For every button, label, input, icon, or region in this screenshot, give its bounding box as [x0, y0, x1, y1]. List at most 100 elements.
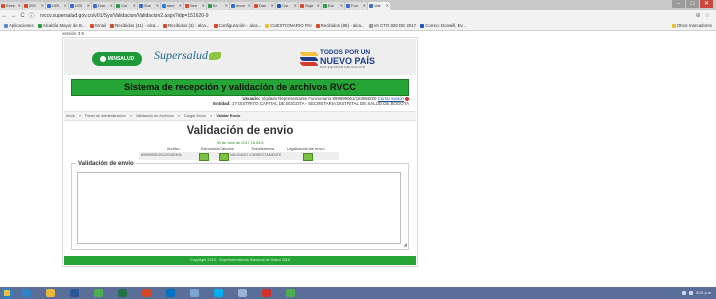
tab-close-icon[interactable]: ✕: [18, 2, 21, 10]
breadcrumb-separator: »: [129, 114, 132, 118]
browser-tab[interactable]: Supr ✕: [299, 2, 321, 10]
tab-close-icon[interactable]: ✕: [363, 2, 366, 10]
breadcrumb-item[interactable]: Cargar Envío: [184, 114, 206, 118]
tab-label: Sen: [190, 3, 198, 8]
ie-icon: [21, 289, 31, 297]
start-button[interactable]: [1, 287, 13, 299]
validation-textarea[interactable]: [77, 172, 401, 244]
tab-label: Cor: [282, 3, 289, 8]
breadcrumb-item[interactable]: Validación de Archivos: [136, 114, 174, 118]
tab-close-icon[interactable]: ✕: [41, 2, 44, 10]
browser-tab[interactable]: Sen ✕: [184, 2, 206, 10]
back-icon[interactable]: ←: [0, 13, 9, 19]
bookmark-item[interactable]: Recibidos (3) - alca...: [163, 23, 210, 28]
bookmark-star-icon[interactable]: ☆: [705, 12, 710, 19]
site-info-icon[interactable]: ⓘ: [27, 11, 36, 20]
browser-tab[interactable]: Dan ✕: [253, 2, 275, 10]
browser-tab[interactable]: secr ✕: [161, 2, 183, 10]
tab-close-icon[interactable]: ✕: [179, 2, 182, 10]
browser-tab[interactable]: Cor ✕: [115, 2, 137, 10]
bookmark-label: Recibidos (3) - alca...: [168, 23, 210, 28]
bookmark-item[interactable]: Configuración - alca...: [213, 23, 261, 28]
tab-favicon-icon: [346, 4, 350, 8]
bookmark-favicon-icon: [89, 23, 94, 28]
browser-tab[interactable]: Cor ✕: [276, 2, 298, 10]
browser-tab-bar: Exec ✕ 20!! ✕ UGI ✕ UGI ✕ Don ✕ Cor ✕ Sun ✕ secr ✕ Sen ✕ K…: [0, 0, 716, 10]
browser-tab[interactable]: 20!! ✕: [23, 2, 45, 10]
tab-close-icon[interactable]: ✕: [156, 2, 159, 10]
tab-close-icon[interactable]: ✕: [110, 2, 113, 10]
tab-close-icon[interactable]: ✕: [386, 2, 389, 10]
bookmark-item[interactable]: Recibidos (89) - alca...: [315, 23, 365, 28]
tab-label: Vali: [374, 3, 381, 8]
tab-close-icon[interactable]: ✕: [248, 2, 251, 10]
tab-close-icon[interactable]: ✕: [317, 2, 320, 10]
taskbar-app-button[interactable]: [15, 288, 37, 299]
zoom-icon[interactable]: ⊕: [696, 12, 701, 19]
bookmark-item[interactable]: Alcaldía Mayor de B...: [37, 23, 86, 28]
bookmark-item[interactable]: CUESTIONARIO PAI: [265, 23, 312, 28]
close-window-button[interactable]: ✕: [700, 0, 713, 8]
reload-icon[interactable]: C: [18, 13, 27, 19]
tab-close-icon[interactable]: ✕: [340, 2, 343, 10]
bookmark-item[interactable]: Correo: Donwill, Ev...: [420, 23, 466, 28]
url-field[interactable]: rvccv.supersalud.gov.co/v01/Sys/Validaci…: [40, 13, 208, 19]
forward-icon[interactable]: →: [9, 13, 18, 19]
breadcrumb-separator: »: [177, 114, 180, 118]
bookmark-favicon-icon: [110, 23, 115, 28]
chrome-icon: [93, 289, 103, 297]
breadcrumb-item[interactable]: Inicio: [66, 114, 75, 118]
tab-close-icon[interactable]: ✕: [271, 2, 274, 10]
browser-tab[interactable]: Exec ✕: [0, 2, 22, 10]
browser-tab[interactable]: Sun ✕: [138, 2, 160, 10]
clock[interactable]: 4:21 p.m.: [696, 291, 712, 295]
powerpoint-icon: [141, 289, 151, 297]
browser-tab[interactable]: Kr ✕: [207, 2, 229, 10]
volume-icon[interactable]: [689, 291, 694, 295]
browser-tab[interactable]: Fon ✕: [345, 2, 367, 10]
taskbar-app-button[interactable]: [111, 288, 133, 299]
resize-grip-icon[interactable]: ◢: [403, 243, 407, 248]
tab-close-icon[interactable]: ✕: [64, 2, 67, 10]
browser-tab[interactable]: noon ✕: [230, 2, 252, 10]
browser-tab[interactable]: Don ✕: [92, 2, 114, 10]
windows-logo-icon: [4, 290, 10, 296]
tab-close-icon[interactable]: ✕: [133, 2, 136, 10]
taskbar-app-button[interactable]: [231, 288, 253, 299]
tab-close-icon[interactable]: ✕: [202, 2, 205, 10]
browser-tab[interactable]: Vali ✕: [368, 2, 390, 10]
bookmark-item[interactable]: Otros marcadores: [671, 23, 712, 28]
version-label: versión 3.5: [62, 31, 85, 36]
breadcrumb-item[interactable]: Panel de Administración: [85, 114, 126, 118]
browser-tab[interactable]: Ecr ✕: [322, 2, 344, 10]
taskbar-app-button[interactable]: [279, 288, 301, 299]
network-icon[interactable]: [682, 291, 687, 295]
taskbar-app-button[interactable]: [183, 288, 205, 299]
browser-tab[interactable]: UGI ✕: [46, 2, 68, 10]
taskbar-app-button[interactable]: [255, 288, 277, 299]
tab-close-icon[interactable]: ✕: [225, 2, 228, 10]
taskbar-app-button[interactable]: [63, 288, 85, 299]
taskbar-app-button[interactable]: [159, 288, 181, 299]
tab-favicon-icon: [231, 4, 235, 8]
bookmark-favicon-icon: [420, 23, 425, 28]
browser-tab[interactable]: UGI ✕: [69, 2, 91, 10]
taskbar-app-button[interactable]: [87, 288, 109, 299]
tab-close-icon[interactable]: ✕: [294, 2, 297, 10]
taskbar-app-button[interactable]: [39, 288, 61, 299]
bookmark-item[interactable]: VA CTO 820 DE 2017: [368, 23, 416, 28]
tab-close-icon[interactable]: ✕: [87, 2, 90, 10]
taskbar-app-button[interactable]: [135, 288, 157, 299]
entity-name: DISTRITO CAPITAL DE BOGOTA - SECRETARIA …: [238, 101, 409, 106]
maximize-window-button[interactable]: □: [686, 0, 699, 8]
bookmark-item[interactable]: Gmail: [89, 23, 106, 28]
bookmark-label: Aplicaciones: [9, 23, 34, 28]
minimize-window-button[interactable]: –: [672, 0, 685, 8]
taskbar-app-button[interactable]: [207, 288, 229, 299]
tab-favicon-icon: [162, 4, 166, 8]
excel-icon: [117, 289, 127, 297]
bookmark-item[interactable]: Recibidos (41) - alca...: [110, 23, 159, 28]
page-container: MINSALUD Supersalud TODOS POR UN NUEVO P…: [62, 37, 418, 267]
chrome-icon: [285, 289, 295, 297]
bookmark-item[interactable]: Aplicaciones: [4, 23, 34, 28]
